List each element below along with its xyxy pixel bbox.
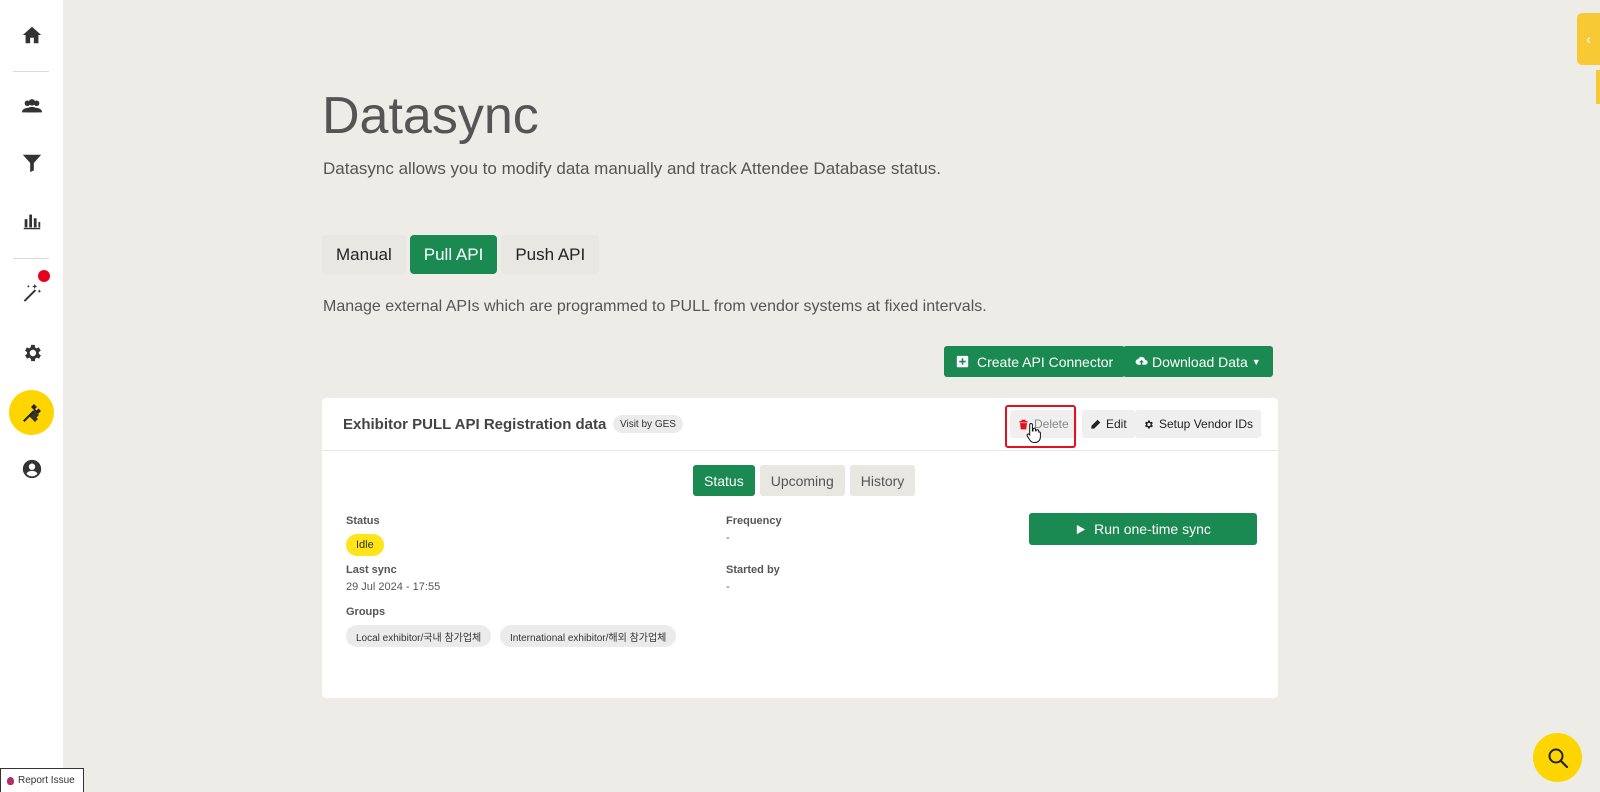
user-circle-icon [22, 459, 41, 479]
search-button[interactable] [1533, 733, 1582, 782]
chevron-left-icon: ‹ [1586, 31, 1591, 47]
setup-vendor-ids-label: Setup Vendor IDs [1159, 417, 1254, 431]
frequency-value: - [726, 532, 730, 544]
sidebar-item-profile[interactable] [0, 449, 63, 489]
plus-square-icon [956, 355, 969, 368]
started-by-value: - [726, 581, 730, 593]
connector-subtabs: Status Upcoming History [693, 465, 916, 496]
page-title: Datasync [322, 87, 539, 145]
cloud-download-icon [1135, 356, 1148, 365]
gear-icon [1145, 419, 1153, 429]
run-one-time-sync-label: Run one-time sync [1094, 521, 1211, 537]
caret-down-icon: ▼ [1251, 356, 1261, 367]
tools-icon [22, 403, 41, 422]
people-icon [21, 99, 42, 113]
sidebar-divider [13, 71, 49, 72]
last-sync-value: 29 Jul 2024 - 17:55 [346, 581, 441, 593]
last-sync-label: Last sync [346, 564, 397, 576]
connector-title: Exhibitor PULL API Registration data [343, 416, 607, 433]
edit-button[interactable]: Edit [1082, 410, 1135, 438]
sidebar-item-home[interactable] [0, 15, 63, 55]
download-data-label: Download Data [1152, 353, 1248, 370]
pointer-hand-cursor-icon [1026, 422, 1041, 443]
pencil-icon [1091, 419, 1101, 429]
side-indicator-strip [1596, 70, 1600, 104]
create-api-connector-label: Create API Connector [977, 353, 1114, 370]
bar-chart-icon [23, 214, 40, 230]
home-icon [22, 26, 41, 44]
connector-badge: Visit by GES [613, 415, 683, 433]
filter-icon [22, 154, 41, 173]
run-one-time-sync-button[interactable]: Run one-time sync [1029, 513, 1257, 545]
report-issue-label: Report Issue [18, 775, 75, 786]
tab-pull-api[interactable]: Pull API [409, 235, 498, 274]
sidebar [0, 0, 63, 792]
subtab-history[interactable]: History [849, 465, 916, 496]
setup-vendor-ids-button[interactable]: Setup Vendor IDs [1135, 410, 1262, 438]
groups-label: Groups [346, 606, 386, 618]
status-badge: Idle [346, 534, 384, 556]
sidebar-item-settings[interactable] [0, 333, 63, 373]
datasync-tabs: Manual Pull API Push API [322, 235, 600, 274]
play-icon [1076, 524, 1086, 534]
connector-card-header: Exhibitor PULL API Registration data Vis… [322, 398, 1278, 451]
group-chip: International exhibitor/해외 참가업체 [500, 625, 677, 647]
frequency-label: Frequency [726, 515, 782, 527]
sidebar-item-tools[interactable] [9, 390, 54, 435]
create-api-connector-button[interactable]: Create API Connector [944, 346, 1126, 377]
gear-icon [24, 344, 41, 362]
connector-card: Exhibitor PULL API Registration data Vis… [322, 398, 1278, 698]
status-label: Status [346, 515, 380, 527]
group-chip: Local exhibitor/국내 참가업체 [346, 625, 492, 647]
report-issue-button[interactable]: Report Issue [0, 768, 84, 792]
panel-collapse-tab[interactable]: ‹ [1577, 13, 1600, 65]
sidebar-item-filter[interactable] [0, 143, 63, 183]
tab-manual[interactable]: Manual [322, 235, 406, 274]
subtab-upcoming[interactable]: Upcoming [759, 465, 845, 496]
subtab-status[interactable]: Status [693, 465, 755, 496]
tab-push-api[interactable]: Push API [501, 235, 600, 274]
sidebar-item-magic[interactable] [0, 273, 63, 313]
sidebar-item-people[interactable] [0, 86, 63, 126]
sidebar-divider [13, 258, 49, 259]
page-subtitle: Datasync allows you to modify data manua… [323, 159, 942, 178]
bug-icon [7, 776, 14, 785]
notification-dot [38, 270, 50, 282]
sidebar-item-reports[interactable] [0, 201, 63, 241]
magic-wand-icon [23, 283, 41, 302]
search-icon [1548, 748, 1568, 768]
download-data-button[interactable]: Download Data ▼ [1123, 346, 1273, 377]
edit-label: Edit [1106, 417, 1127, 431]
started-by-label: Started by [726, 564, 780, 576]
tab-description: Manage external APIs which are programme… [323, 298, 987, 315]
